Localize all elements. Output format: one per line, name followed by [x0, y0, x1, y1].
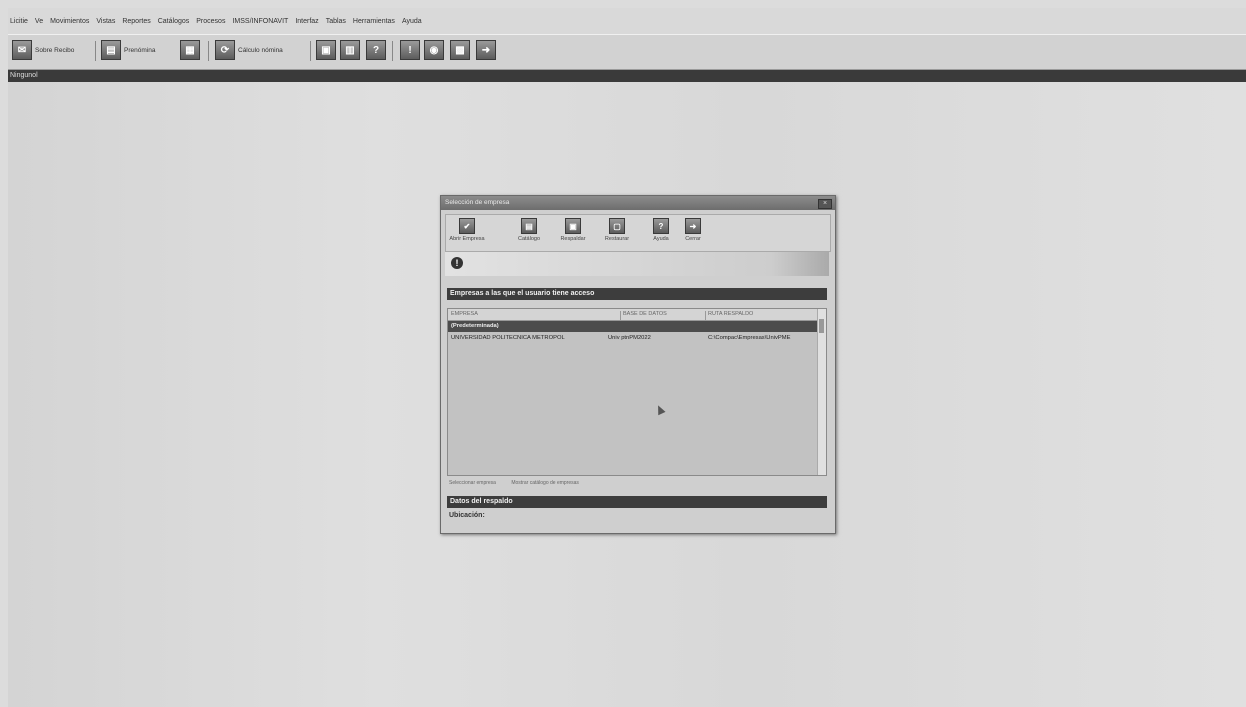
alert-button[interactable]: ! [400, 39, 420, 61]
empresas-section-header: Empresas a las que el usuario tiene acce… [447, 288, 827, 300]
table-row[interactable]: (Predeterminada) [448, 321, 818, 332]
table-header: EMPRESA BASE DE DATOS RUTA RESPALDO [448, 309, 818, 322]
catalogo-label: Catálogo [517, 236, 541, 242]
respaldar-button[interactable]: ▣ Respaldar [552, 217, 594, 249]
briefcase-icon: ▩ [450, 40, 470, 60]
open-company-icon: ✔ [459, 218, 475, 234]
sobre-recibo-label: Sobre Recibo [35, 46, 75, 54]
cell-ruta-respaldo: C:\Compac\Empresas\UnivPME [708, 335, 791, 341]
info-bar: ! [445, 252, 829, 276]
exclamation-icon: ! [400, 40, 420, 60]
menu-movimientos[interactable]: Movimientos [50, 18, 89, 25]
backup-icon: ▣ [565, 218, 581, 234]
toolbar-separator [95, 41, 96, 61]
calculation-icon: ⟳ [215, 40, 235, 60]
prenomina-label: Prenómina [124, 46, 156, 54]
main-toolbar: ✉ Sobre Recibo ▤ Prenómina ▦ ⟳ Cálculo n… [8, 34, 1246, 70]
book-icon: ▥ [340, 40, 360, 60]
help-icon: ? [653, 218, 669, 234]
table-footer-links: Seleccionar empresa Mostrar catálogo de … [449, 480, 593, 486]
seleccionar-empresa-link[interactable]: Seleccionar empresa [449, 480, 496, 486]
prenomina-button[interactable]: ▤ Prenómina [101, 39, 155, 61]
dialog-title: Selección de empresa [441, 196, 835, 210]
envelope-icon: ✉ [12, 40, 32, 60]
empresas-table: EMPRESA BASE DE DATOS RUTA RESPALDO (Pre… [447, 308, 827, 476]
calculator-icon: ▦ [180, 40, 200, 60]
cell-empresa: UNIVERSIDAD POLITECNICA METROPOL [451, 335, 565, 341]
mouse-cursor-icon [654, 403, 666, 416]
vertical-scrollbar[interactable] [817, 309, 826, 475]
restaurar-button[interactable]: ▢ Restaurar [596, 217, 638, 249]
database-button[interactable]: ◉ [424, 39, 444, 61]
cell-base-datos: Univ ptnPM2022 [608, 335, 651, 341]
cerrar-button[interactable]: ➜ Cerrar [672, 217, 714, 249]
print-button[interactable]: ▣ [316, 39, 336, 61]
status-bar: Ningunol [8, 70, 1246, 82]
ubicacion-label: Ubicación: [449, 512, 485, 519]
dialog-toolbar: ✔ Abrir Empresa ▤ Catálogo ▣ Respaldar ▢… [445, 214, 831, 252]
catalog-icon: ▤ [521, 218, 537, 234]
book-button[interactable]: ▥ [340, 39, 360, 61]
menu-bar: Licitie Ve Movimientos Vistas Reportes C… [8, 13, 1246, 29]
restaurar-label: Restaurar [604, 236, 630, 242]
respaldar-label: Respaldar [560, 236, 586, 242]
tool-button[interactable]: ▩ [450, 39, 470, 61]
column-header-ruta-respaldo[interactable]: RUTA RESPALDO [708, 311, 753, 317]
exit-icon: ➜ [685, 218, 701, 234]
database-icon: ◉ [424, 40, 444, 60]
calculator-button[interactable]: ▦ [180, 39, 200, 61]
restore-icon: ▢ [609, 218, 625, 234]
calculo-nomina-label: Cálculo nómina [238, 46, 283, 54]
cerrar-label: Cerrar [685, 236, 701, 242]
menu-imss-infonavit[interactable]: IMSS/INFONAVIT [232, 18, 288, 25]
column-header-base-datos[interactable]: BASE DE DATOS [623, 311, 667, 317]
menu-herramientas[interactable]: Herramientas [353, 18, 395, 25]
help-button[interactable]: ? [366, 39, 386, 61]
menu-vistas[interactable]: Vistas [96, 18, 115, 25]
menu-tablas[interactable]: Tablas [326, 18, 346, 25]
abrir-empresa-label: Abrir Empresa [449, 236, 485, 242]
ayuda-label: Ayuda [653, 236, 669, 242]
info-icon: ! [451, 257, 463, 269]
exit-button[interactable]: ➜ [476, 39, 496, 61]
company-selection-dialog: Selección de empresa × ✔ Abrir Empresa ▤… [440, 195, 836, 534]
menu-ayuda[interactable]: Ayuda [402, 18, 422, 25]
toolbar-separator [392, 41, 393, 61]
menu-procesos[interactable]: Procesos [196, 18, 225, 25]
catalogo-button[interactable]: ▤ Catálogo [508, 217, 550, 249]
close-icon[interactable]: × [818, 199, 832, 209]
sobre-recibo-button[interactable]: ✉ Sobre Recibo [12, 39, 74, 61]
cell-empresa: (Predeterminada) [451, 323, 499, 329]
calculo-nomina-button[interactable]: ⟳ Cálculo nómina [215, 39, 283, 61]
table-row[interactable]: UNIVERSIDAD POLITECNICA METROPOL Univ pt… [448, 333, 818, 344]
help-icon: ? [366, 40, 386, 60]
exit-icon: ➜ [476, 40, 496, 60]
toolbar-separator [208, 41, 209, 61]
toolbar-separator [310, 41, 311, 61]
mostrar-catalogo-link[interactable]: Mostrar catálogo de empresas [511, 480, 579, 486]
menu-reportes[interactable]: Reportes [122, 18, 150, 25]
column-header-empresa[interactable]: EMPRESA [451, 311, 478, 317]
document-icon: ▤ [101, 40, 121, 60]
abrir-empresa-button[interactable]: ✔ Abrir Empresa [446, 217, 488, 249]
menu-ver[interactable]: Ve [35, 18, 43, 25]
scrollbar-thumb[interactable] [819, 319, 824, 333]
menu-catalogos[interactable]: Catálogos [158, 18, 190, 25]
menu-archivo[interactable]: Licitie [10, 18, 28, 25]
respaldo-section-header: Datos del respaldo [447, 496, 827, 508]
menu-interfaz[interactable]: Interfaz [295, 18, 318, 25]
printer-icon: ▣ [316, 40, 336, 60]
